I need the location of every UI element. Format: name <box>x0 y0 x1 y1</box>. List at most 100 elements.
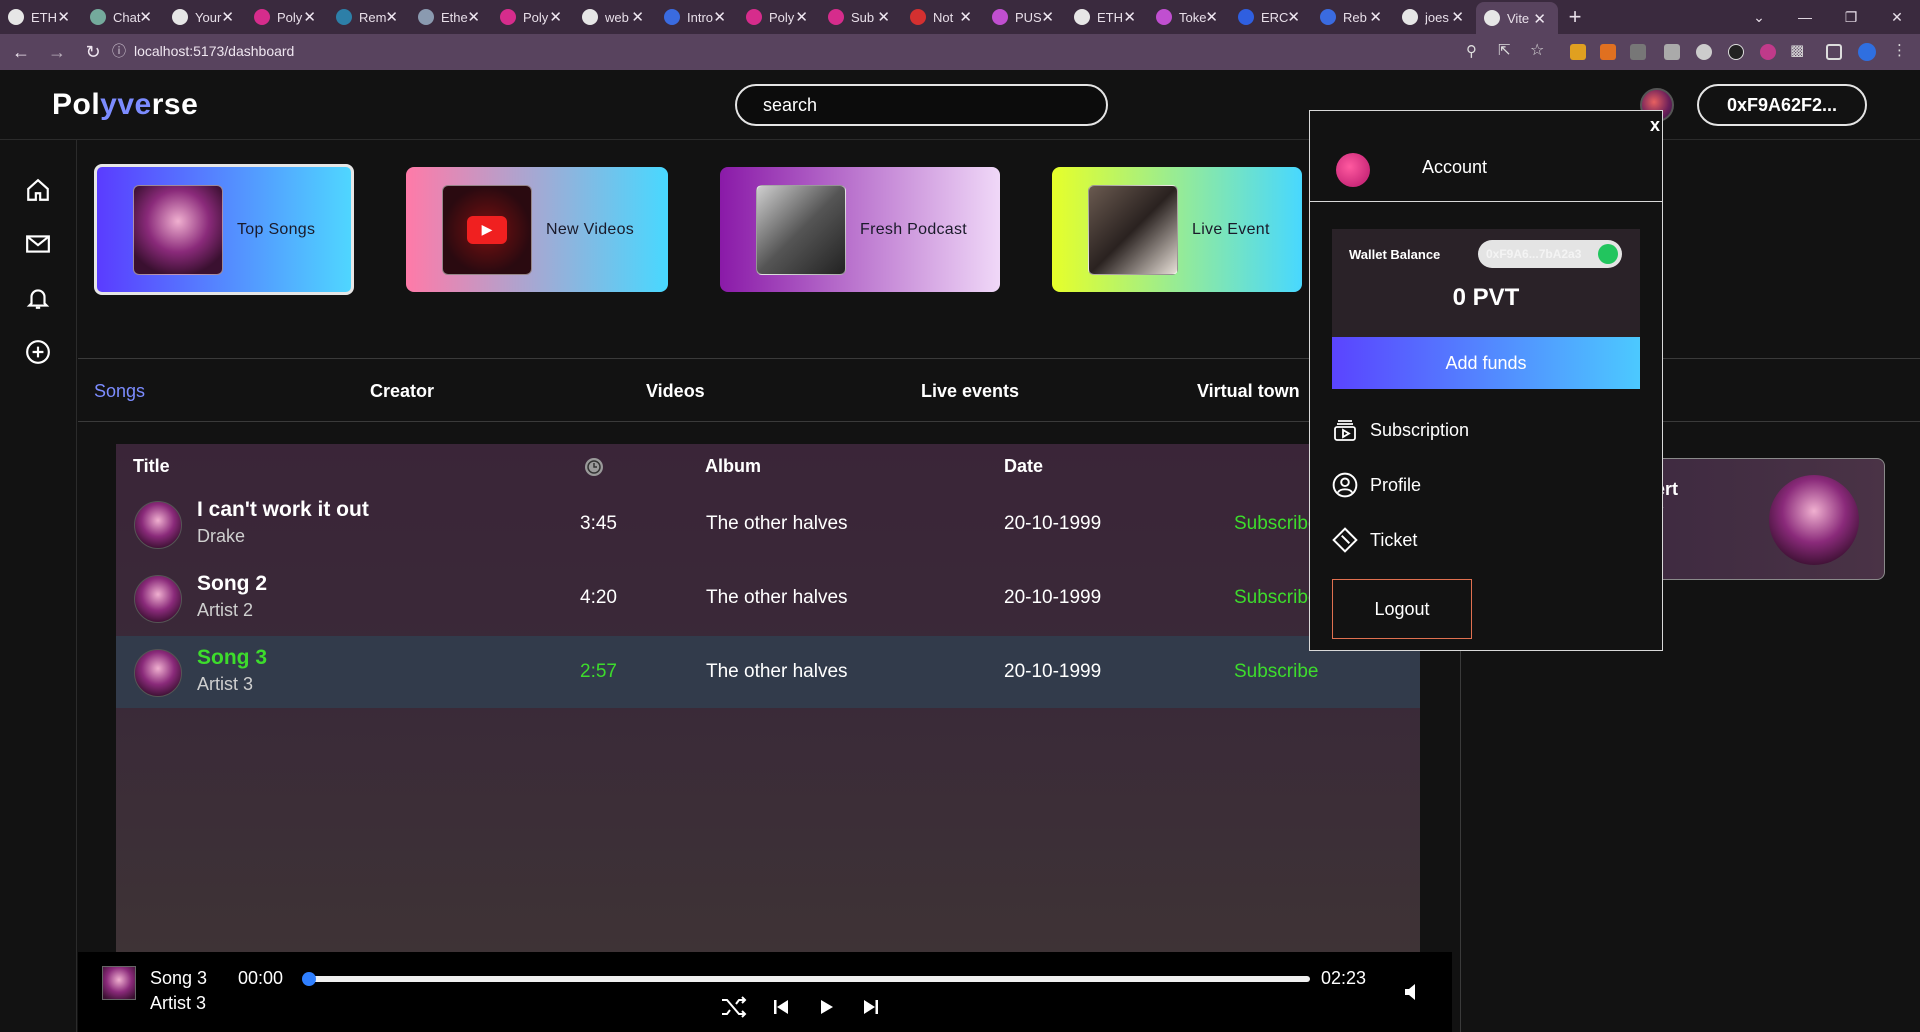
tab-close-icon[interactable]: ✕ <box>303 8 316 26</box>
share-icon[interactable]: ⇱ <box>1498 41 1514 59</box>
bell-icon[interactable] <box>24 284 52 312</box>
menu-profile[interactable]: Profile <box>1332 472 1421 498</box>
tab-songs[interactable]: Songs <box>94 381 145 402</box>
tab-close-icon[interactable]: ✕ <box>713 8 726 26</box>
sidepanel-icon[interactable] <box>1826 44 1842 60</box>
shuffle-icon[interactable] <box>719 992 749 1022</box>
forward-icon[interactable]: → <box>42 42 72 63</box>
close-window-icon[interactable]: ✕ <box>1874 0 1920 34</box>
subscribe-button[interactable]: Subscribe <box>1234 513 1319 535</box>
browser-tab[interactable]: Poly ✕ <box>246 0 328 34</box>
tab-creator[interactable]: Creator <box>370 381 434 402</box>
profile-avatar-icon[interactable] <box>1858 43 1876 61</box>
tab-close-icon[interactable]: ✕ <box>549 8 562 26</box>
menu-subscription[interactable]: Subscription <box>1332 417 1469 443</box>
extension-icon[interactable] <box>1570 44 1586 60</box>
promo-card[interactable]: ertv <box>1640 458 1885 580</box>
next-icon[interactable] <box>856 992 886 1022</box>
table-row[interactable]: Song 2 Artist 2 4:20 The other halves 20… <box>116 562 1420 634</box>
wallet-address-button[interactable]: 0xF9A62F2... <box>1697 84 1867 126</box>
tab-close-icon[interactable]: ✕ <box>795 8 808 26</box>
browser-tab[interactable]: Vite ✕ <box>1476 2 1558 34</box>
home-icon[interactable] <box>24 176 52 204</box>
extension-dark-icon[interactable] <box>1728 44 1744 60</box>
menu-kebab-icon[interactable]: ⋮ <box>1892 41 1908 59</box>
tab-close-icon[interactable]: ✕ <box>1205 8 1218 26</box>
menu-ticket[interactable]: Ticket <box>1332 527 1417 553</box>
tab-virtual-town[interactable]: Virtual town <box>1197 381 1300 402</box>
tab-close-icon[interactable]: ✕ <box>385 8 398 26</box>
browser-tab[interactable]: ETH ✕ <box>1066 0 1148 34</box>
logo[interactable]: Polyverse <box>52 88 198 122</box>
tab-close-icon[interactable]: ✕ <box>139 8 152 26</box>
progress-knob[interactable] <box>302 972 316 986</box>
browser-tab[interactable]: Intro ✕ <box>656 0 738 34</box>
song-avatar <box>134 649 182 697</box>
close-icon[interactable]: x <box>1650 115 1660 136</box>
browser-tab[interactable]: Ethe ✕ <box>410 0 492 34</box>
card-live-event[interactable]: Live Event <box>1052 167 1302 292</box>
extension-off-icon[interactable] <box>1630 44 1646 60</box>
minimize-icon[interactable]: — <box>1782 0 1828 34</box>
search-input[interactable] <box>735 84 1108 126</box>
mail-icon[interactable] <box>24 230 52 258</box>
logout-button[interactable]: Logout <box>1332 579 1472 639</box>
subscribe-button[interactable]: Subscribe <box>1234 661 1319 683</box>
browser-tab[interactable]: Poly ✕ <box>738 0 820 34</box>
tab-live-events[interactable]: Live events <box>921 381 1019 402</box>
table-row[interactable]: I can't work it out Drake 3:45 The other… <box>116 488 1420 560</box>
extension-circle-icon[interactable] <box>1696 44 1712 60</box>
maximize-icon[interactable]: ❐ <box>1828 0 1874 34</box>
card-fresh-podcast[interactable]: Fresh Podcast <box>720 167 1000 292</box>
tab-videos[interactable]: Videos <box>646 381 705 402</box>
browser-tab[interactable]: Not ✕ <box>902 0 984 34</box>
tab-close-icon[interactable]: ✕ <box>467 8 480 26</box>
browser-tab[interactable]: ETH ✕ <box>0 0 82 34</box>
browser-tab[interactable]: joes ✕ <box>1394 0 1476 34</box>
browser-tab[interactable]: web ✕ <box>574 0 656 34</box>
info-icon[interactable]: ⓘ <box>112 43 126 59</box>
zoom-icon[interactable]: ⚲ <box>1466 42 1482 60</box>
add-circle-icon[interactable] <box>24 338 52 366</box>
tab-close-icon[interactable]: ✕ <box>1533 10 1546 28</box>
browser-tab[interactable]: Your ✕ <box>164 0 246 34</box>
previous-icon[interactable] <box>766 992 796 1022</box>
browser-tab[interactable]: Poly ✕ <box>492 0 574 34</box>
tab-close-icon[interactable]: ✕ <box>877 8 890 26</box>
browser-tab[interactable]: Chat ✕ <box>82 0 164 34</box>
card-new-videos[interactable]: ▶ New Videos <box>406 167 668 292</box>
tab-close-icon[interactable]: ✕ <box>959 8 972 26</box>
browser-tab[interactable]: Sub ✕ <box>820 0 902 34</box>
tab-close-icon[interactable]: ✕ <box>1451 8 1464 26</box>
puzzle-icon[interactable]: ▩ <box>1790 41 1806 59</box>
bookmark-star-icon[interactable]: ☆ <box>1530 40 1546 59</box>
browser-tab[interactable]: Rem ✕ <box>328 0 410 34</box>
browser-tab[interactable]: Reb ✕ <box>1312 0 1394 34</box>
back-icon[interactable]: ← <box>6 42 36 63</box>
play-icon[interactable] <box>811 992 841 1022</box>
tab-close-icon[interactable]: ✕ <box>1123 8 1136 26</box>
tab-close-icon[interactable]: ✕ <box>1287 8 1300 26</box>
tab-close-icon[interactable]: ✕ <box>631 8 644 26</box>
card-top-songs[interactable]: Top Songs <box>94 164 354 295</box>
tab-close-icon[interactable]: ✕ <box>221 8 234 26</box>
extension-sh-icon[interactable] <box>1664 44 1680 60</box>
browser-tab[interactable]: Toke ✕ <box>1148 0 1230 34</box>
tab-close-icon[interactable]: ✕ <box>1369 8 1382 26</box>
volume-icon[interactable] <box>1396 977 1426 1007</box>
tab-close-icon[interactable]: ✕ <box>1041 8 1054 26</box>
extension-pink-icon[interactable] <box>1760 44 1776 60</box>
wallet-address-pill[interactable]: 0xF9A6...7bA2a3 <box>1478 240 1622 268</box>
browser-tab[interactable]: PUS ✕ <box>984 0 1066 34</box>
table-row[interactable]: Song 3 Artist 3 2:57 The other halves 20… <box>116 636 1420 708</box>
url-field[interactable]: ⓘ localhost:5173/dashboard <box>112 41 294 61</box>
new-tab-button[interactable]: + <box>1558 4 1592 30</box>
tab-close-icon[interactable]: ✕ <box>57 8 70 26</box>
browser-tab[interactable]: ERC ✕ <box>1230 0 1312 34</box>
chevron-down-icon[interactable]: ⌄ <box>1736 0 1782 34</box>
subscribe-button[interactable]: Subscribe <box>1234 587 1319 609</box>
metamask-icon[interactable] <box>1600 44 1616 60</box>
progress-bar[interactable] <box>302 972 1310 986</box>
add-funds-button[interactable]: Add funds <box>1332 337 1640 389</box>
reload-icon[interactable]: ↻ <box>78 42 108 63</box>
